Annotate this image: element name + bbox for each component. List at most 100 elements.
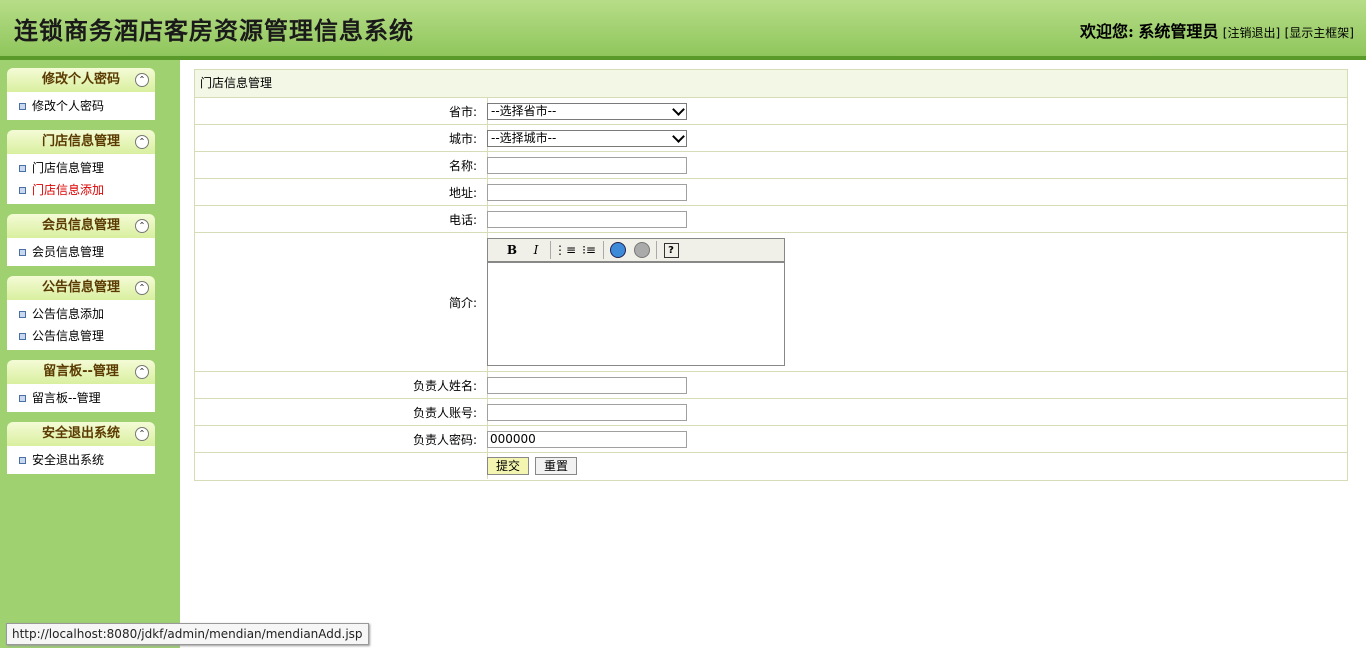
manager-name-input[interactable] [487,376,687,394]
globe-icon [610,242,626,258]
form-row-intro: 简介: B I ⋮≡ ⁝≡ ? [195,233,1347,372]
city-selected-value: --选择城市-- [491,130,557,145]
sidebar-item-label: 公告信息添加 [32,307,105,321]
menu-header-label: 留言板--管理 [43,364,119,379]
menu-header-password[interactable]: 修改个人密码 ⌃ [7,68,155,92]
phone-label: 电话: [195,206,488,232]
bullet-icon [19,457,26,464]
bullet-icon [19,311,26,318]
address-input[interactable] [487,183,687,201]
globe-disabled-icon [634,242,650,258]
menu-body: 修改个人密码 [7,92,155,120]
collapse-icon[interactable]: ⌃ [135,73,149,87]
menu-header-guestbook[interactable]: 留言板--管理 ⌃ [7,360,155,384]
sidebar-item-label: 安全退出系统 [32,453,105,467]
province-select[interactable]: --选择省市-- [487,102,687,120]
bullet-icon [19,165,26,172]
submit-button[interactable]: 提交 [487,457,530,475]
address-label: 地址: [195,179,488,205]
toolbar-divider [603,241,604,259]
status-bar-url: http://localhost:8080/jdkf/admin/mendian… [6,623,369,645]
collapse-icon[interactable]: ⌃ [135,281,149,295]
menu-group-store: 门店信息管理 ⌃ 门店信息管理 门店信息添加 [7,130,155,204]
ordered-list-icon[interactable]: ⋮≡ [554,240,576,260]
logout-link[interactable]: [注销退出] [1223,26,1280,40]
sidebar-item-member-manage[interactable]: 会员信息管理 [7,241,155,263]
store-form-panel: 门店信息管理 省市: --选择省市-- 城市: --选择城市-- 名称: 地址:… [194,69,1348,481]
name-input[interactable] [487,156,687,174]
menu-group-guestbook: 留言板--管理 ⌃ 留言板--管理 [7,360,155,412]
bullet-icon [19,249,26,256]
editor-toolbar: B I ⋮≡ ⁝≡ ? [488,239,784,263]
current-user: 系统管理员 [1138,22,1219,41]
collapse-icon[interactable]: ⌃ [135,219,149,233]
menu-body: 公告信息添加 公告信息管理 [7,300,155,350]
insert-link-icon[interactable] [608,240,628,260]
sidebar-item-safe-exit[interactable]: 安全退出系统 [7,449,155,471]
bullet-icon [19,395,26,402]
menu-body: 安全退出系统 [7,446,155,474]
manager-password-label: 负责人密码: [195,426,488,452]
sidebar-item-label: 会员信息管理 [32,245,105,259]
bullet-icon [19,187,26,194]
sidebar-item-change-password[interactable]: 修改个人密码 [7,95,155,117]
rich-text-editor: B I ⋮≡ ⁝≡ ? [487,238,785,366]
menu-group-logout: 安全退出系统 ⌃ 安全退出系统 [7,422,155,474]
menu-header-member[interactable]: 会员信息管理 ⌃ [7,214,155,238]
form-row-address: 地址: [195,179,1347,206]
panel-title: 门店信息管理 [195,70,1347,98]
bullet-icon [19,103,26,110]
bold-icon[interactable]: B [502,240,522,260]
sidebar-item-label: 门店信息添加 [32,183,105,197]
sidebar-item-label: 留言板--管理 [32,391,101,405]
menu-group-member: 会员信息管理 ⌃ 会员信息管理 [7,214,155,266]
collapse-icon[interactable]: ⌃ [135,365,149,379]
menu-group-notice: 公告信息管理 ⌃ 公告信息添加 公告信息管理 [7,276,155,350]
phone-input[interactable] [487,210,687,228]
editor-content-area[interactable] [488,263,784,363]
city-select[interactable]: --选择城市-- [487,129,687,147]
menu-header-label: 安全退出系统 [41,426,120,441]
menu-header-store[interactable]: 门店信息管理 ⌃ [7,130,155,154]
sidebar-item-store-manage[interactable]: 门店信息管理 [7,157,155,179]
menu-header-label: 修改个人密码 [41,72,120,87]
form-row-name: 名称: [195,152,1347,179]
app-title: 连锁商务酒店客房资源管理信息系统 [14,16,414,45]
help-icon: ? [663,242,679,258]
collapse-icon[interactable]: ⌃ [135,135,149,149]
sidebar-item-guestbook-manage[interactable]: 留言板--管理 [7,387,155,409]
manager-name-label: 负责人姓名: [195,372,488,398]
remove-link-icon[interactable] [632,240,652,260]
manager-account-input[interactable] [487,403,687,421]
form-row-actions: 提交 重置 [195,453,1347,479]
unordered-list-icon[interactable]: ⁝≡ [579,240,599,260]
form-row-manager-name: 负责人姓名: [195,372,1347,399]
sidebar-item-notice-manage[interactable]: 公告信息管理 [7,325,155,347]
bullet-icon [19,333,26,340]
menu-group-password: 修改个人密码 ⌃ 修改个人密码 [7,68,155,120]
menu-header-label: 门店信息管理 [41,134,120,149]
sidebar-item-store-add[interactable]: 门店信息添加 [7,179,155,201]
show-main-frame-link[interactable]: [显示主框架] [1285,26,1354,40]
chevron-down-icon [672,102,685,116]
form-row-manager-password: 负责人密码: [195,426,1347,453]
manager-password-input[interactable] [487,430,687,448]
menu-header-label: 会员信息管理 [41,218,120,233]
reset-button[interactable]: 重置 [535,457,578,475]
app-header: 连锁商务酒店客房资源管理信息系统 欢迎您: 系统管理员 [注销退出] [显示主框… [0,0,1366,60]
toolbar-divider [550,241,551,259]
sidebar-item-label: 公告信息管理 [32,329,105,343]
sidebar-item-notice-add[interactable]: 公告信息添加 [7,303,155,325]
menu-header-label: 公告信息管理 [41,280,120,295]
menu-body: 会员信息管理 [7,238,155,266]
menu-header-logout[interactable]: 安全退出系统 ⌃ [7,422,155,446]
welcome-label: 欢迎您: [1079,22,1134,41]
city-label: 城市: [195,125,488,151]
menu-header-notice[interactable]: 公告信息管理 ⌃ [7,276,155,300]
sidebar-item-label: 门店信息管理 [32,161,105,175]
form-row-city: 城市: --选择城市-- [195,125,1347,152]
help-button[interactable]: ? [661,240,681,260]
collapse-icon[interactable]: ⌃ [135,427,149,441]
italic-icon[interactable]: I [526,240,546,260]
manager-account-label: 负责人账号: [195,399,488,425]
